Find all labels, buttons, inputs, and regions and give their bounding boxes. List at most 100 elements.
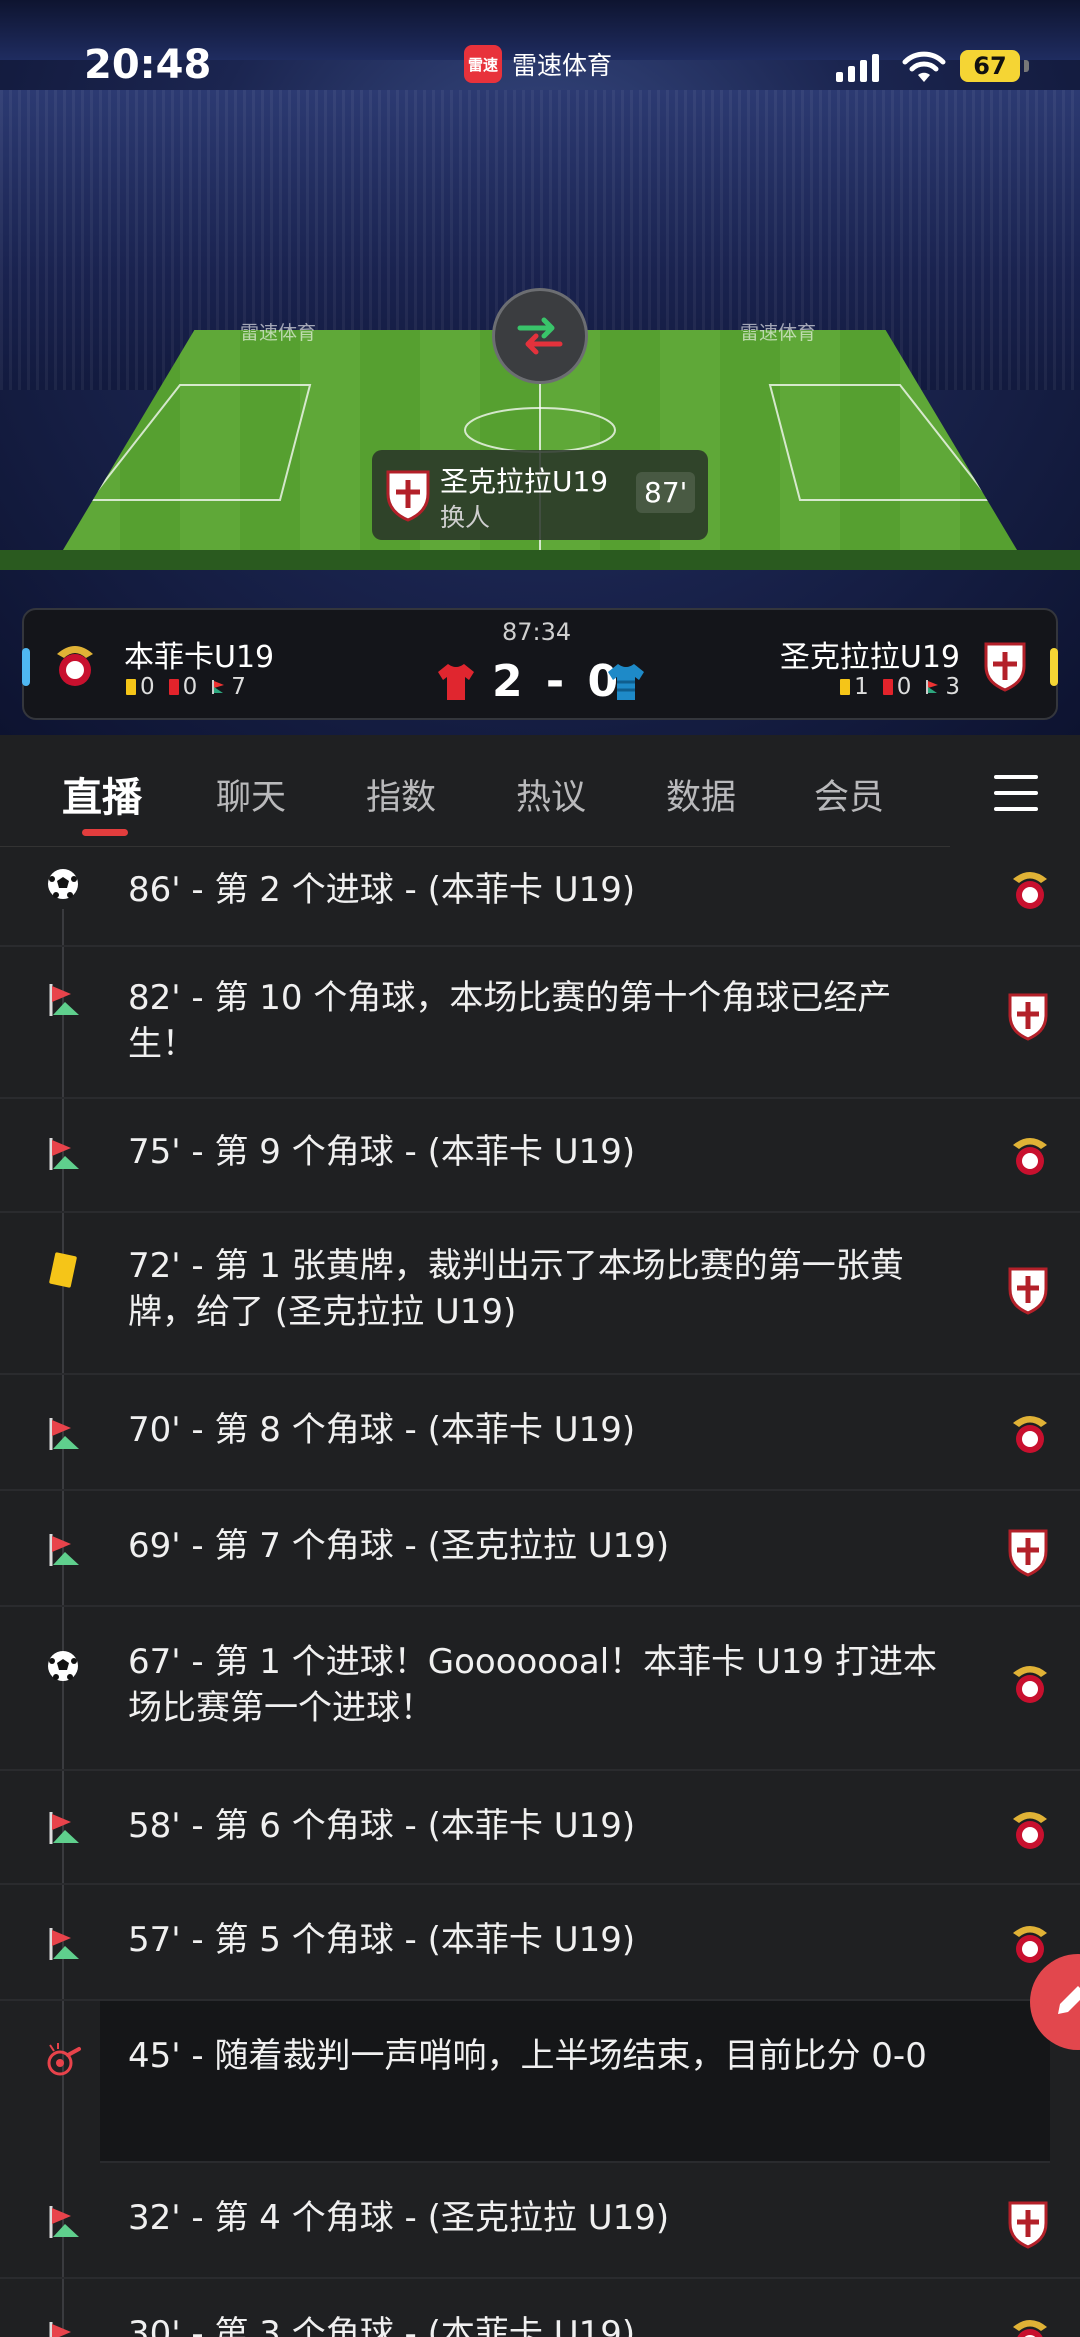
battery-icon: 67	[960, 50, 1020, 82]
home-yellow-count: 0	[140, 674, 155, 700]
feed-event-text: 32' - 第 4 个角球 - (圣克拉拉 U19)	[128, 2198, 670, 2238]
goal-ball-icon	[44, 865, 82, 903]
scoreboard: 本菲卡U19 0 0 7 87:34 2 - 0 圣克拉拉U19 1 0 3	[22, 608, 1058, 720]
home-accent	[22, 648, 30, 686]
edit-icon	[1058, 1986, 1080, 2014]
tab-bar: 直播 聊天 指数 热议 数据 会员	[0, 735, 1080, 847]
whistle-icon	[44, 2041, 82, 2079]
app-badge: 雷速 雷速体育	[464, 45, 612, 83]
red-card-icon	[882, 679, 893, 695]
benfica-crest-icon[interactable]	[52, 640, 98, 690]
feed-event-text: 82' - 第 10 个角球，本场比赛的第十个角球已经产生！	[128, 978, 892, 1064]
santa-clara-crest-icon	[1006, 991, 1050, 1045]
feed-event-text: 86' - 第 2 个进球 - (本菲卡 U19)	[128, 870, 636, 910]
benfica-crest-icon	[1010, 1921, 1050, 1971]
battery-tip	[1024, 60, 1029, 72]
corner-flag-icon	[212, 680, 225, 694]
ad-board-right: 雷速体育	[740, 322, 817, 344]
feed-event-text: 45' - 随着裁判一声哨响，上半场结束，目前比分 0-0	[128, 2036, 927, 2076]
feed-event-row[interactable]: 67' - 第 1 个进球！Gooooooal！本菲卡 U19 打进本场比赛第一…	[0, 1607, 1080, 1771]
home-yellow-cards: 0	[126, 674, 155, 700]
away-accent	[1050, 648, 1058, 686]
corner-flag-icon	[44, 2203, 82, 2241]
corner-flag-icon	[44, 1135, 82, 1173]
benfica-crest-icon	[1010, 867, 1050, 917]
popup-minute: 87'	[636, 472, 696, 513]
live-event-feed: 86' - 第 2 个进球 - (本菲卡 U19) 82' - 第 10 个角球，…	[0, 847, 1080, 2337]
santa-clara-crest-icon	[386, 470, 430, 522]
stadium-hero: 雷速体育 雷速体育 20:48 雷速 雷速体育 67 圣克拉拉U19 换人 87…	[0, 0, 1080, 735]
live-event-popup: 圣克拉拉U19 换人 87'	[372, 450, 708, 540]
app-logo: 雷速	[464, 45, 502, 83]
tab-odds[interactable]: 指数	[366, 769, 436, 820]
feed-event-text: 75' - 第 9 个角球 - (本菲卡 U19)	[128, 1132, 636, 1172]
app-name: 雷速体育	[512, 51, 613, 80]
feed-event-row[interactable]: 72' - 第 1 张黄牌，裁判出示了本场比赛的第一张黄牌，给了 (圣克拉拉 U…	[0, 1213, 1080, 1375]
menu-icon[interactable]	[994, 775, 1038, 811]
ad-board-left: 雷速体育	[240, 322, 317, 344]
tab-discussion[interactable]: 热议	[516, 769, 586, 820]
feed-event-text: 57' - 第 5 个角球 - (本菲卡 U19)	[128, 1920, 636, 1960]
tab-stats[interactable]: 数据	[666, 769, 736, 820]
feed-event-row[interactable]: 57' - 第 5 个角球 - (本菲卡 U19)	[0, 1885, 1080, 2001]
benfica-crest-icon	[1010, 2315, 1050, 2337]
away-yellow-count: 1	[854, 674, 869, 700]
tab-chat[interactable]: 聊天	[216, 769, 286, 820]
santa-clara-crest-icon	[1006, 2199, 1050, 2253]
goal-ball-icon	[44, 1647, 82, 1685]
feed-event-row[interactable]: 30' - 第 3 个角球 - (本菲卡 U19)	[0, 2279, 1080, 2337]
yellow-card-icon	[126, 679, 136, 695]
santa-clara-crest-icon	[1006, 1527, 1050, 1581]
home-team-name[interactable]: 本菲卡U19	[124, 632, 274, 676]
benfica-crest-icon	[1010, 1661, 1050, 1711]
home-corners: 7	[211, 674, 246, 700]
feed-event-text: 30' - 第 3 个角球 - (本菲卡 U19)	[128, 2314, 636, 2337]
feed-event-text: 69' - 第 7 个角球 - (圣克拉拉 U19)	[128, 1526, 670, 1566]
tab-live[interactable]: 直播	[62, 765, 142, 823]
feed-event-row[interactable]: 82' - 第 10 个角球，本场比赛的第十个角球已经产生！	[0, 947, 1080, 1099]
santa-clara-crest-icon[interactable]	[982, 640, 1028, 692]
feed-event-row[interactable]: 32' - 第 4 个角球 - (圣克拉拉 U19)	[0, 2163, 1080, 2279]
tab-vip[interactable]: 会员	[814, 769, 884, 820]
yellow-card-icon	[44, 1251, 82, 1289]
feed-event-text: 72' - 第 1 张黄牌，裁判出示了本场比赛的第一张黄牌，给了 (圣克拉拉 U…	[128, 1246, 904, 1332]
match-clock: 87:34	[502, 618, 572, 646]
status-time: 20:48	[84, 42, 212, 88]
pitch-edge	[0, 550, 1080, 570]
home-red-cards: 0	[168, 674, 198, 700]
match-score: 2 - 0	[492, 656, 623, 707]
feed-event-row[interactable]: 70' - 第 8 个角球 - (本菲卡 U19)	[0, 1375, 1080, 1491]
feed-event-text: 67' - 第 1 个进球！Gooooooal！本菲卡 U19 打进本场比赛第一…	[128, 1642, 937, 1728]
feed-event-row[interactable]: 69' - 第 7 个角球 - (圣克拉拉 U19)	[0, 1491, 1080, 1607]
corner-flag-icon	[44, 2319, 82, 2337]
feed-event-text: 58' - 第 6 个角球 - (本菲卡 U19)	[128, 1806, 636, 1846]
yellow-card-icon	[840, 679, 851, 695]
substitution-swap-button[interactable]	[492, 288, 588, 384]
corner-flag-icon	[44, 1415, 82, 1453]
red-card-icon	[168, 679, 179, 695]
home-red-count: 0	[182, 674, 198, 700]
corner-flag-icon	[44, 1809, 82, 1847]
away-stats: 1 0 3	[840, 674, 960, 700]
benfica-crest-icon	[1010, 1133, 1050, 1183]
corner-flag-icon	[926, 680, 939, 694]
feed-event-text: 70' - 第 8 个角球 - (本菲卡 U19)	[128, 1410, 636, 1450]
swap-arrows-icon	[517, 317, 563, 355]
away-red-count: 0	[896, 674, 912, 700]
feed-event-row[interactable]: 86' - 第 2 个进球 - (本菲卡 U19)	[0, 847, 1080, 947]
corner-flag-icon	[44, 1531, 82, 1569]
popup-team-name: 圣克拉拉U19	[440, 465, 609, 498]
feed-event-row[interactable]: 58' - 第 6 个角球 - (本菲卡 U19)	[0, 1771, 1080, 1885]
corner-flag-icon	[44, 1925, 82, 1963]
home-kit-icon	[438, 664, 474, 700]
home-corner-count: 7	[231, 674, 246, 700]
away-kit-icon	[608, 664, 644, 700]
away-team-name[interactable]: 圣克拉拉U19	[780, 632, 960, 676]
feed-event-row[interactable]: 45' - 随着裁判一声哨响，上半场结束，目前比分 0-0	[47, 2001, 1050, 2163]
popup-action: 换人	[440, 503, 491, 532]
away-corner-count: 3	[945, 674, 960, 700]
wifi-icon	[902, 51, 946, 82]
feed-event-row[interactable]: 75' - 第 9 个角球 - (本菲卡 U19)	[0, 1099, 1080, 1213]
status-bar: 20:48 雷速 雷速体育 67	[0, 0, 1080, 130]
cellular-signal-icon	[836, 52, 879, 82]
